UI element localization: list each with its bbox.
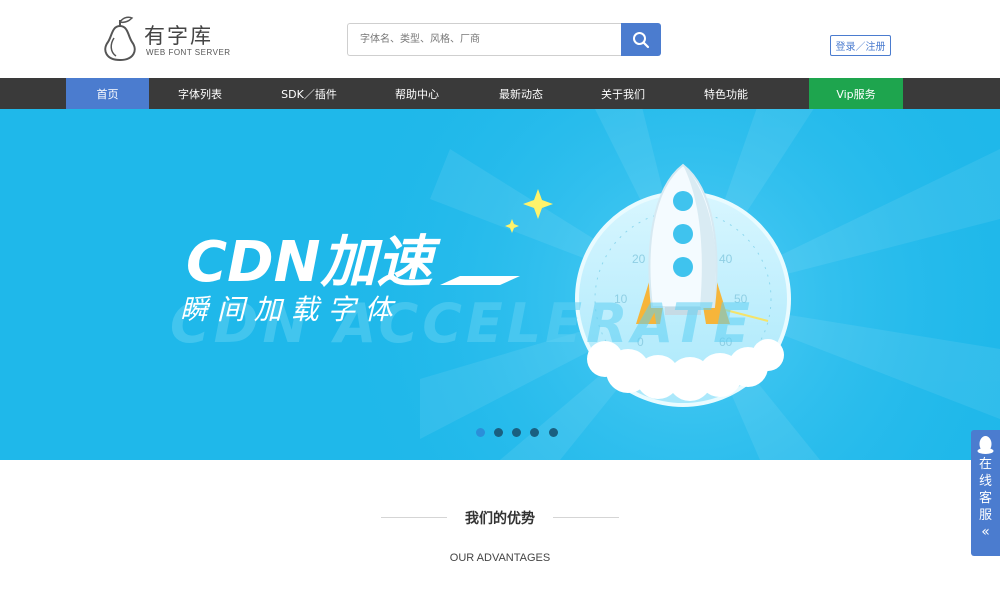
- nav-item-home[interactable]: 首页: [66, 78, 149, 109]
- online-service-button[interactable]: 在线客服 «: [971, 430, 1000, 556]
- logo-tagline: WEB FONT SERVER: [146, 48, 231, 57]
- nav-item-font-list[interactable]: 字体列表: [159, 78, 241, 109]
- banner-subtitle: 瞬 间 加 载 字 体: [180, 293, 397, 326]
- site-header: 有字库 WEB FONT SERVER 登录／注册: [0, 0, 1000, 78]
- search-icon: [633, 31, 650, 48]
- search-box: [347, 23, 661, 56]
- nav-item-help-center[interactable]: 帮助中心: [376, 78, 458, 109]
- qq-penguin-icon: [977, 436, 994, 454]
- online-service-label: 在线客服: [978, 457, 992, 523]
- nav-item-features[interactable]: 特色功能: [685, 78, 767, 109]
- collapse-chevron-icon[interactable]: «: [971, 524, 1000, 540]
- gauge-label-40: 40: [719, 252, 733, 266]
- gauge-label-20: 20: [632, 252, 646, 266]
- carousel-dot-1[interactable]: [476, 428, 485, 437]
- main-nav: 首页 字体列表 SDK／插件 帮助中心 最新动态 关于我们 特色功能 Vip服务: [0, 78, 1000, 109]
- carousel-dot-3[interactable]: [512, 428, 521, 437]
- nav-item-vip-service[interactable]: Vip服务: [809, 78, 903, 109]
- carousel-dot-5[interactable]: [549, 428, 558, 437]
- logo[interactable]: 有字库 WEB FONT SERVER: [100, 14, 240, 64]
- nav-item-about-us[interactable]: 关于我们: [582, 78, 664, 109]
- hero-banner[interactable]: 0 10 20 40 50 60 CDN ACCELERATE CDN加速 瞬 …: [0, 109, 1000, 460]
- nav-item-news[interactable]: 最新动态: [480, 78, 562, 109]
- carousel-indicators: [0, 428, 1000, 438]
- search-button[interactable]: [621, 23, 661, 56]
- carousel-dot-2[interactable]: [494, 428, 503, 437]
- login-register-button[interactable]: 登录／注册: [830, 35, 891, 56]
- logo-name: 有字库: [144, 24, 213, 48]
- carousel-dot-4[interactable]: [530, 428, 539, 437]
- advantages-title: 我们的优势: [465, 511, 535, 527]
- banner-artwork: 0 10 20 40 50 60 CDN ACCELERATE CDN加速 瞬 …: [0, 109, 1000, 460]
- pear-logo-icon: [104, 16, 136, 62]
- search-input[interactable]: [347, 23, 622, 56]
- banner-headline: CDN加速: [186, 230, 441, 295]
- nav-item-sdk-plugins[interactable]: SDK／插件: [262, 78, 356, 109]
- advantages-subtitle: OUR ADVANTAGES: [449, 552, 551, 564]
